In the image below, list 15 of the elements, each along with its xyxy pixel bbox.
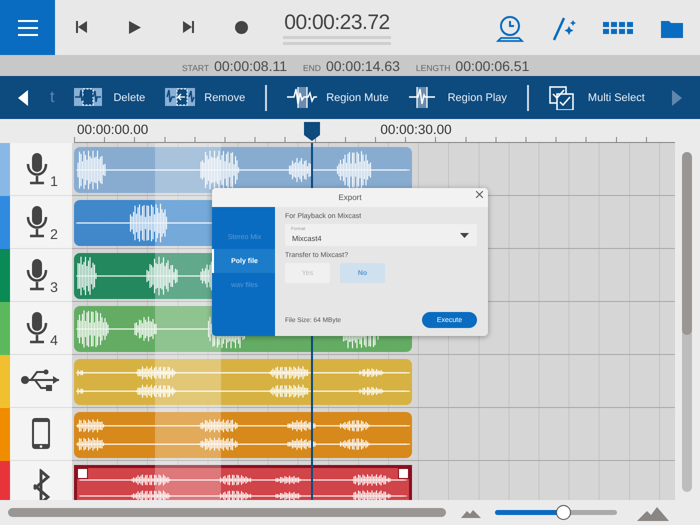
ruler-time: 00:00:00.00 bbox=[77, 122, 148, 137]
selection-time: 00:00:06.51 bbox=[455, 58, 530, 74]
track-number: 4 bbox=[50, 332, 58, 348]
selection-label: START bbox=[182, 62, 210, 72]
ruler-time: 00:00:30.00 bbox=[380, 122, 452, 137]
time-display: 00:00:23.72 bbox=[284, 10, 390, 36]
selection-time: 00:00:08.11 bbox=[214, 58, 287, 74]
selection-label: LENGTH bbox=[416, 62, 450, 72]
track-number: 2 bbox=[50, 226, 58, 242]
track-number: 1 bbox=[50, 173, 58, 189]
selection-label: END bbox=[303, 62, 321, 72]
toolbar-label: t bbox=[50, 88, 54, 106]
dialog-title: Export bbox=[338, 193, 362, 202]
selection-time: 00:00:14.63 bbox=[326, 58, 400, 74]
track-number: 3 bbox=[50, 279, 58, 295]
